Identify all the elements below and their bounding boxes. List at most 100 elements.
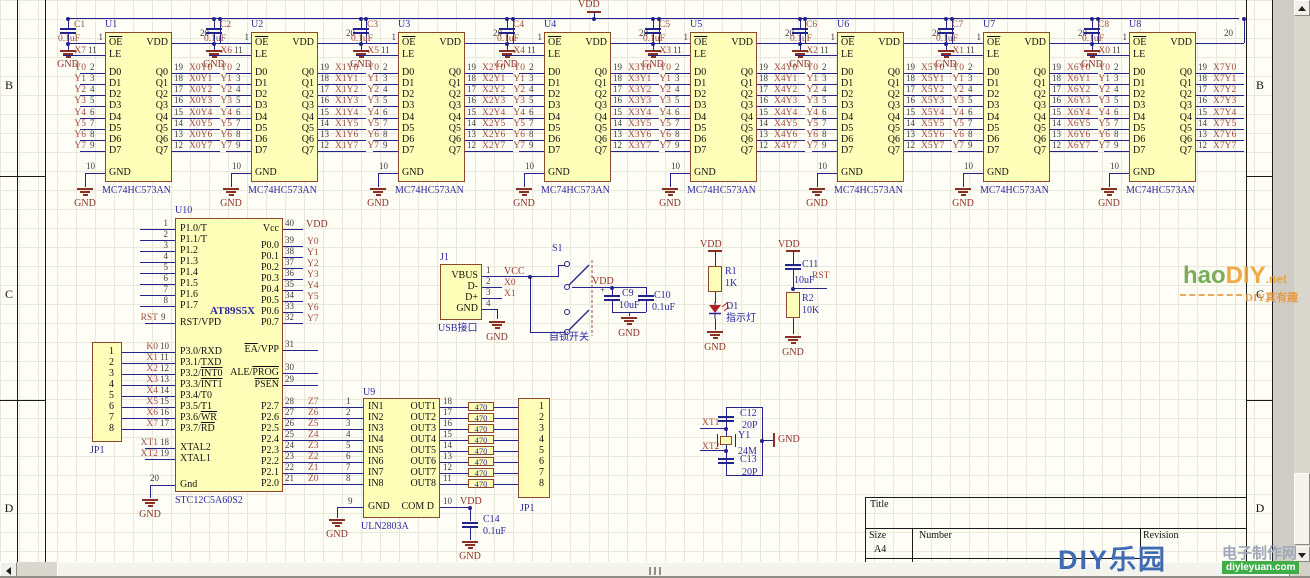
- pin-name: Q0: [567, 68, 607, 78]
- pin-number: 19: [906, 63, 918, 72]
- net-label: Y6: [651, 130, 671, 140]
- pin-number: 8: [236, 130, 246, 139]
- net-label: X0Y4: [189, 108, 212, 118]
- pin-name: Q1: [1006, 79, 1046, 89]
- resistor-470[interactable]: 470: [468, 402, 494, 411]
- gnd-symbol: [1104, 191, 1114, 193]
- net-label: Y4: [1090, 108, 1110, 118]
- vdd-power-label: VDD: [578, 0, 600, 10]
- pin-number: 10: [86, 162, 95, 171]
- resistor-470[interactable]: 470: [468, 457, 494, 466]
- resistor-470[interactable]: 470: [468, 446, 494, 455]
- gnd-label: GND: [319, 530, 355, 540]
- pin-number: 12: [1198, 141, 1210, 150]
- pin-name: GND: [109, 168, 131, 178]
- pin-name: D2: [987, 90, 999, 100]
- wire: [465, 151, 513, 152]
- pin-number: 12: [160, 364, 169, 373]
- pin-number: 11: [966, 46, 975, 55]
- net-label: X4Y4: [774, 108, 797, 118]
- pin-name: Q5: [1006, 124, 1046, 134]
- net-label: Y0: [505, 63, 525, 73]
- v-scroll-thumb[interactable]: [1294, 473, 1310, 545]
- net-label: X5Y1: [921, 74, 944, 84]
- v-scrollbar[interactable]: [1294, 0, 1310, 562]
- sheet-border-line: [1246, 400, 1272, 401]
- resistor-designator: R2: [802, 294, 814, 304]
- net-label: X0Y7: [189, 141, 212, 151]
- pin-name: P0.6: [199, 307, 279, 317]
- pin-name: Q2: [1152, 90, 1192, 100]
- up-arrow-icon: [1298, 6, 1306, 11]
- pin-name: OUT7: [378, 468, 436, 478]
- pin-number: 7: [968, 119, 978, 128]
- wire: [85, 173, 105, 174]
- pin-name: Q7: [860, 146, 900, 156]
- resistor-470[interactable]: 470: [468, 413, 494, 422]
- wire: [494, 462, 518, 463]
- junction-dot: [1090, 17, 1094, 21]
- schematic-sheet[interactable]: BBCCDDVDDU1MC74HC573ANOE1GNDC10.1uFLEX71…: [0, 0, 1272, 562]
- pin-number: 15: [1198, 108, 1210, 117]
- pin-name: P0.7: [199, 318, 279, 328]
- net-label: Y2: [66, 85, 86, 95]
- net-label: Y5: [66, 119, 86, 129]
- net-label: Y0: [66, 63, 86, 73]
- pin-name: D7: [548, 146, 560, 156]
- net-label: XT2: [134, 449, 158, 459]
- pin-name: D1: [987, 79, 999, 89]
- net-label: X3Y4: [628, 108, 651, 118]
- resistor-470[interactable]: 470: [468, 468, 494, 477]
- pin-number: 16: [320, 96, 332, 105]
- switch-S1[interactable]: [548, 252, 604, 340]
- pin-name: OUT6: [378, 457, 436, 467]
- resistor-R1[interactable]: [708, 266, 722, 292]
- pin-number: 17: [759, 85, 771, 94]
- pin-name: D7: [402, 146, 414, 156]
- part-number: MC74HC573AN: [687, 186, 756, 196]
- net-label: X2Y1: [482, 74, 505, 84]
- part-number: STC12C5A60S2: [175, 496, 243, 506]
- crystal-Y1[interactable]: [720, 436, 732, 445]
- resistor-R2[interactable]: [786, 292, 800, 318]
- watermark-diyleyuan-name: 电子制作网: [1222, 542, 1297, 563]
- led-designator: D1: [726, 302, 738, 312]
- resistor-470[interactable]: 470: [468, 479, 494, 488]
- gnd-symbol: [77, 188, 93, 190]
- connector-pin-number: 2: [520, 413, 544, 423]
- vdd-power-label: VDD: [306, 220, 328, 230]
- resistor-designator: R1: [725, 267, 737, 277]
- net-label: Y1: [212, 74, 232, 84]
- pin-number: 18: [467, 74, 479, 83]
- cap-value: 0.1uF: [483, 527, 506, 537]
- pin-name: D1: [694, 79, 706, 89]
- junction-dot: [724, 449, 728, 453]
- pin-name: D3: [109, 101, 121, 111]
- connector-pin-number: 8: [96, 424, 114, 434]
- pin-name: D1: [255, 79, 267, 89]
- gnd-symbol: [376, 194, 381, 196]
- wire: [373, 151, 398, 152]
- designator: J1: [440, 253, 449, 263]
- resistor-470[interactable]: 470: [468, 435, 494, 444]
- wire: [963, 173, 964, 187]
- resistor-470[interactable]: 470: [468, 424, 494, 433]
- net-label: Y7: [66, 141, 86, 151]
- resistor-value: 1K: [725, 279, 737, 289]
- pin-number: 14: [467, 119, 479, 128]
- pin-number: 1: [93, 33, 103, 42]
- pin-name: Q3: [1152, 101, 1192, 111]
- watermark-net-text: .net: [1266, 272, 1287, 286]
- cap-value: 0.1uF: [643, 34, 665, 44]
- v-scroll-up-button[interactable]: [1294, 0, 1310, 16]
- net-label: X5Y7: [921, 141, 944, 151]
- pin-number: 19: [174, 63, 186, 72]
- net-label: X7Y3: [1213, 96, 1236, 106]
- pin-number: 18: [320, 74, 332, 83]
- pin-number: 14: [906, 119, 918, 128]
- pin-number: 16: [613, 96, 625, 105]
- pin-number: 10: [671, 162, 680, 171]
- pin-number: 16: [906, 96, 918, 105]
- wire: [440, 507, 470, 508]
- pin-number: 13: [467, 130, 479, 139]
